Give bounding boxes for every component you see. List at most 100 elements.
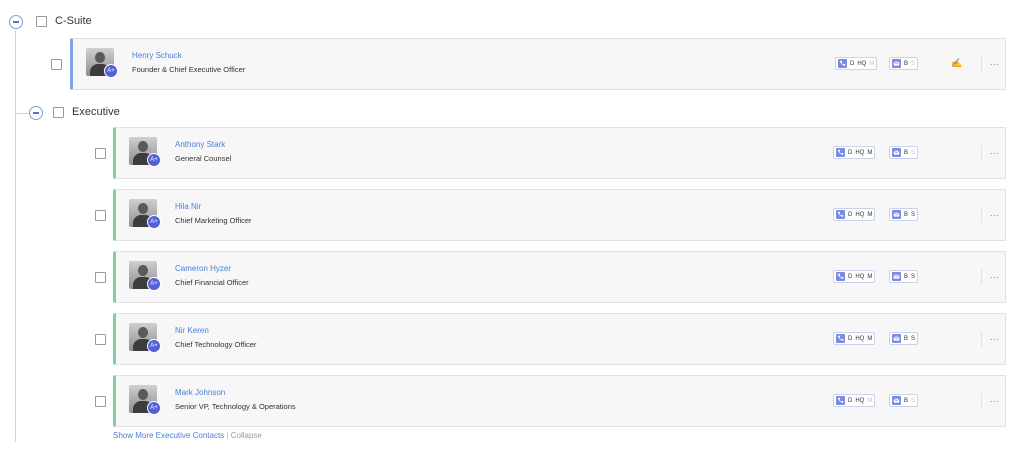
contact-name[interactable]: Henry Schuck — [132, 51, 182, 60]
contact-title: General Counsel — [175, 154, 232, 163]
phone-hq[interactable]: HQ — [855, 336, 864, 342]
contact-name[interactable]: Hila Nir — [175, 202, 201, 211]
email-options[interactable]: B S — [889, 57, 919, 70]
more-options-button[interactable]: ... — [990, 394, 999, 404]
phone-icon — [838, 59, 847, 68]
phone-mobile[interactable]: M — [869, 61, 874, 67]
more-options-button[interactable]: ... — [990, 146, 999, 156]
phone-direct[interactable]: D — [848, 274, 852, 280]
select-executive-checkbox[interactable] — [53, 107, 64, 118]
contact-title: Chief Marketing Officer — [175, 216, 252, 225]
score-badge: A+ — [147, 277, 161, 291]
phone-direct[interactable]: D — [848, 336, 852, 342]
divider — [981, 331, 982, 347]
phone-direct[interactable]: D — [848, 212, 852, 218]
phone-mobile[interactable]: M — [867, 212, 872, 218]
email-business[interactable]: B — [904, 398, 908, 404]
tree-branch — [16, 113, 30, 114]
phone-hq[interactable]: HQ — [855, 274, 864, 280]
email-supplemental[interactable]: S — [911, 61, 915, 67]
score-badge: A+ — [147, 401, 161, 415]
hand-icon[interactable]: ✍ — [951, 58, 962, 68]
more-options-button[interactable]: ... — [990, 57, 999, 67]
phone-mobile[interactable]: M — [867, 336, 872, 342]
contact-title: Senior VP, Technology & Operations — [175, 402, 296, 411]
collapse-executive-button[interactable] — [29, 106, 43, 120]
collapse-csuite-button[interactable] — [9, 15, 23, 29]
select-csuite-checkbox[interactable] — [36, 16, 47, 27]
tree-line — [15, 30, 16, 442]
email-icon — [892, 334, 901, 343]
email-supplemental[interactable]: S — [911, 212, 915, 218]
email-supplemental[interactable]: S — [911, 150, 915, 156]
phone-hq[interactable]: HQ — [855, 212, 864, 218]
phone-mobile[interactable]: M — [867, 150, 872, 156]
phone-hq[interactable]: HQ — [857, 61, 866, 67]
email-icon — [892, 210, 901, 219]
phone-hq[interactable]: HQ — [855, 398, 864, 404]
email-supplemental[interactable]: S — [911, 398, 915, 404]
divider — [981, 56, 982, 72]
email-icon — [892, 272, 901, 281]
more-options-button[interactable]: ... — [990, 270, 999, 280]
email-business[interactable]: B — [904, 336, 908, 342]
contact-name[interactable]: Anthony Stark — [175, 140, 225, 149]
contacts-footer: Show More Executive Contacts | Collapse — [113, 431, 262, 440]
phone-hq[interactable]: HQ — [855, 150, 864, 156]
contact-name[interactable]: Cameron Hyzer — [175, 264, 231, 273]
more-options-button[interactable]: ... — [990, 332, 999, 342]
email-business[interactable]: B — [904, 212, 908, 218]
phone-icon — [836, 210, 845, 219]
contact-checkbox[interactable] — [95, 272, 106, 283]
email-options[interactable]: B S — [889, 270, 919, 283]
divider — [981, 269, 982, 285]
contact-name[interactable]: Nir Keren — [175, 326, 209, 335]
email-options[interactable]: B S — [889, 394, 919, 407]
email-options[interactable]: B S — [889, 146, 919, 159]
phone-direct[interactable]: D — [848, 398, 852, 404]
phone-options[interactable]: D HQ M — [833, 394, 876, 407]
email-icon — [892, 148, 901, 157]
contact-name[interactable]: Mark Johnson — [175, 388, 225, 397]
contact-title: Chief Financial Officer — [175, 278, 249, 287]
phone-direct[interactable]: D — [848, 150, 852, 156]
group-label-csuite: C-Suite — [55, 15, 92, 27]
phone-icon — [836, 334, 845, 343]
collapse-link[interactable]: Collapse — [231, 431, 262, 440]
phone-mobile[interactable]: M — [867, 274, 872, 280]
phone-options[interactable]: D HQ M — [833, 270, 876, 283]
show-more-link[interactable]: Show More Executive Contacts — [113, 431, 224, 440]
email-business[interactable]: B — [904, 61, 908, 67]
phone-mobile[interactable]: M — [867, 398, 872, 404]
email-options[interactable]: B S — [889, 332, 919, 345]
more-options-button[interactable]: ... — [990, 208, 999, 218]
phone-direct[interactable]: D — [850, 61, 854, 67]
score-badge: A+ — [147, 215, 161, 229]
phone-icon — [836, 396, 845, 405]
email-business[interactable]: B — [904, 150, 908, 156]
contact-checkbox[interactable] — [51, 59, 62, 70]
email-options[interactable]: B S — [889, 208, 919, 221]
score-badge: A+ — [147, 153, 161, 167]
email-icon — [892, 396, 901, 405]
contact-title: Chief Technology Officer — [175, 340, 257, 349]
divider — [981, 393, 982, 409]
email-supplemental[interactable]: S — [911, 336, 915, 342]
phone-icon — [836, 272, 845, 281]
contact-checkbox[interactable] — [95, 210, 106, 221]
score-badge: A+ — [104, 64, 118, 78]
email-icon — [892, 59, 901, 68]
email-business[interactable]: B — [904, 274, 908, 280]
divider — [981, 145, 982, 161]
phone-options[interactable]: D HQ M — [833, 208, 876, 221]
email-supplemental[interactable]: S — [911, 274, 915, 280]
divider — [981, 207, 982, 223]
phone-options[interactable]: D HQ M — [833, 146, 876, 159]
score-badge: A+ — [147, 339, 161, 353]
phone-options[interactable]: D HQ M — [833, 332, 876, 345]
contact-checkbox[interactable] — [95, 334, 106, 345]
contact-checkbox[interactable] — [95, 148, 106, 159]
phone-icon — [836, 148, 845, 157]
phone-options[interactable]: D HQ M — [835, 57, 878, 70]
contact-checkbox[interactable] — [95, 396, 106, 407]
